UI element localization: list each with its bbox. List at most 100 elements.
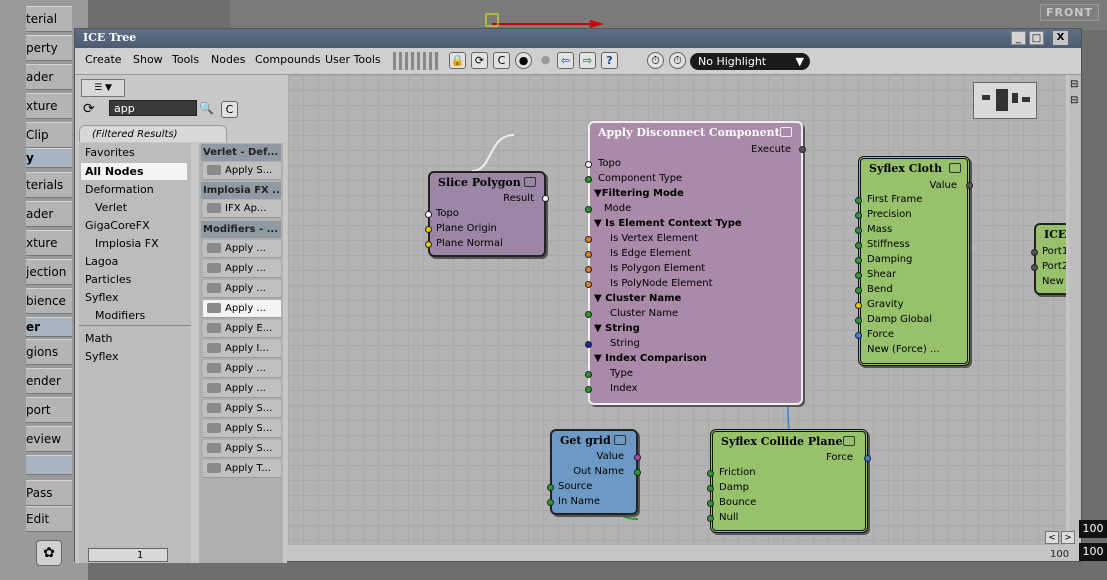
toolbar-item[interactable]: y [26,148,72,168]
toolbar-item[interactable]: perty [26,35,72,61]
toolbar-item[interactable]: jection [26,259,72,285]
port-connector-icon[interactable] [585,236,592,243]
node-list-item[interactable]: Apply ... [203,240,281,258]
port-component-type[interactable]: Component Type [598,173,682,184]
node-menu-icon[interactable] [524,177,536,187]
menu-nodes[interactable]: Nodes [211,53,245,66]
category-all-nodes[interactable]: All Nodes [81,163,187,180]
category-implosia-fx[interactable]: Implosia FX [95,237,159,250]
toolbar-item[interactable]: ader [26,64,72,90]
timeline-frame[interactable]: 1 [88,548,168,562]
toolbar-item[interactable] [26,455,72,475]
node-menu-icon[interactable] [780,127,792,137]
port-connector-icon[interactable] [855,302,862,309]
node-syflex-collide-plane[interactable]: Syflex Collide Plane Force Friction Damp… [707,429,871,533]
port-in-name[interactable]: In Name [558,496,600,507]
port-damp[interactable]: Damp [719,482,749,493]
scroll-right-button[interactable]: > [1061,531,1075,544]
port-connector-icon[interactable] [855,212,862,219]
port-connector-icon[interactable] [634,454,641,461]
forward-arrow-icon[interactable]: ⇨ [579,52,596,69]
menu-create[interactable]: Create [85,53,122,66]
port-connector-icon[interactable] [1031,264,1038,271]
port-gravity[interactable]: Gravity [867,299,904,310]
timer-icon[interactable]: ⏱ [647,52,664,69]
group-cluster-name[interactable]: ▼ Cluster Name [594,293,681,304]
node-list-item[interactable]: Apply I... [203,340,281,358]
maximize-button[interactable]: □ [1029,31,1044,45]
port-new-force[interactable]: New (Force) ... [867,344,940,355]
category-math[interactable]: Math [85,332,113,345]
port-connector-icon[interactable] [585,371,592,378]
timer-alt-icon[interactable]: ⏱ [669,52,686,69]
port-is-edge[interactable]: Is Edge Element [610,248,691,259]
port-stiffness[interactable]: Stiffness [867,239,910,250]
port-connector-icon[interactable] [855,272,862,279]
node-list-item[interactable]: Apply T... [203,460,281,478]
lock-icon[interactable]: 🔒 [449,52,466,69]
palette-icon[interactable]: ✿ [36,540,62,566]
category-verlet[interactable]: Verlet [95,201,127,214]
globe-icon[interactable]: ● [515,52,532,69]
highlight-dropdown[interactable]: No Highlight ▼ [690,53,810,70]
node-menu-icon[interactable] [843,436,855,446]
port-cluster-name[interactable]: Cluster Name [610,308,678,319]
search-icon[interactable]: 🔍 [199,101,215,117]
port-connector-icon[interactable] [585,176,592,183]
category-gigacorefx[interactable]: GigaCoreFX [85,219,150,232]
title-bar[interactable]: ICE Tree _ □ X [75,29,1081,48]
port-is-polynode[interactable]: Is PolyNode Element [610,278,713,289]
frame-all-icon[interactable]: ⊟ [1070,79,1078,90]
port-value[interactable]: Value [597,451,624,462]
close-button[interactable]: X [1053,31,1068,45]
port-out-name[interactable]: Out Name [573,466,624,477]
node-list-item[interactable]: Apply ... [203,260,281,278]
group-header[interactable]: Verlet - Def... [201,144,281,161]
port-connector-icon[interactable] [707,470,714,477]
toolbar-item[interactable]: ender [26,368,72,394]
port-precision[interactable]: Precision [867,209,912,220]
group-string[interactable]: ▼ String [594,323,640,334]
node-slice-polygon[interactable]: Slice Polygon Result Topo Plane Origin P… [425,171,549,257]
port-connector-icon[interactable] [425,241,432,248]
port-bend[interactable]: Bend [867,284,893,295]
port-result[interactable]: Result [503,193,534,204]
toolbar-item[interactable]: terial [26,6,72,32]
view-label[interactable]: FRONT [1039,4,1099,21]
toolbar-item[interactable]: xture [26,93,72,119]
node-list-item[interactable]: Apply S... [203,162,281,180]
node-list-item[interactable]: Apply ... [203,280,281,298]
back-arrow-icon[interactable]: ⇦ [557,52,574,69]
port-connector-icon[interactable] [855,317,862,324]
toolbar-item[interactable]: gions [26,339,72,365]
toolbar-item[interactable]: xture [26,230,72,256]
category-lagoa[interactable]: Lagoa [85,255,118,268]
group-header[interactable]: Implosia FX ... [201,182,281,199]
toolbar-item[interactable]: Edit [26,506,72,532]
refresh-icon[interactable]: ⟳ [471,52,488,69]
category-particles[interactable]: Particles [85,273,131,286]
category-deformation[interactable]: Deformation [85,183,154,196]
node-list-item[interactable]: Apply E... [203,320,281,338]
port-connector-icon[interactable] [966,182,973,189]
category-syflex-2[interactable]: Syflex [85,350,119,363]
list-view-dropdown[interactable]: ☰ ▼ [81,79,125,97]
node-apply-disconnect-component[interactable]: Apply Disconnect Component Execute Topo … [585,121,806,405]
port-connector-icon[interactable] [585,281,592,288]
graph-minimap[interactable] [973,82,1037,119]
group-is-element[interactable]: ▼ Is Element Context Type [594,218,742,229]
help-icon[interactable]: ? [601,52,618,69]
port-is-polygon[interactable]: Is Polygon Element [610,263,705,274]
filtered-results-tab[interactable]: (Filtered Results) [79,125,227,142]
port-type[interactable]: Type [610,368,633,379]
port-connector-icon[interactable] [585,251,592,258]
port-connector-icon[interactable] [585,266,592,273]
port-connector-icon[interactable] [425,211,432,218]
port-connector-icon[interactable] [547,499,554,506]
port-damp-global[interactable]: Damp Global [867,314,932,325]
scroll-left-button[interactable]: < [1045,531,1059,544]
port-connector-icon[interactable] [1031,249,1038,256]
port-execute[interactable]: Execute [751,144,791,155]
port-mass[interactable]: Mass [867,224,892,235]
toolbar-item[interactable]: Clip [26,122,72,148]
